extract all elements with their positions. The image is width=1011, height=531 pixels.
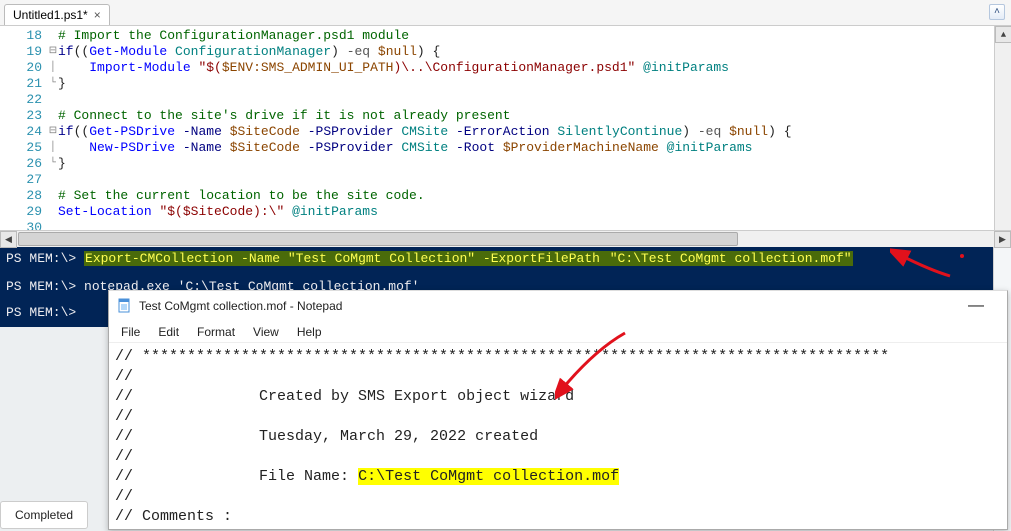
tab-title: Untitled1.ps1* [13, 8, 88, 22]
line-number-gutter: 18 19 20 21 22 23 24 25 26 27 28 29 30 [0, 26, 48, 230]
notepad-titlebar[interactable]: Test CoMgmt collection.mof - Notepad — [109, 291, 1007, 321]
code-editor[interactable]: 18 19 20 21 22 23 24 25 26 27 28 29 30 ⊟… [0, 26, 1011, 230]
fold-gutter: ⊟ │ └ ⊟ │ └ [48, 26, 58, 230]
code-content[interactable]: # Import the ConfigurationManager.psd1 m… [58, 26, 1011, 230]
scroll-left-icon[interactable]: ◀ [0, 231, 17, 248]
close-tab-icon[interactable]: × [94, 8, 101, 22]
file-tab-untitled[interactable]: Untitled1.ps1* × [4, 4, 110, 25]
notepad-title-text: Test CoMgmt collection.mof - Notepad [139, 299, 342, 313]
scrollbar-thumb[interactable] [18, 232, 738, 246]
tab-bar: Untitled1.ps1* × ˄ [0, 0, 1011, 26]
editor-vertical-scrollbar[interactable]: ▲ [994, 26, 1011, 230]
status-text: Completed [15, 508, 73, 522]
menu-view[interactable]: View [245, 323, 287, 341]
editor-horizontal-scrollbar[interactable]: ◀ ▶ [0, 230, 1011, 247]
tab-scroll-button[interactable]: ˄ [989, 4, 1005, 20]
fold-toggle-icon[interactable]: ⊟ [48, 44, 58, 60]
menu-edit[interactable]: Edit [150, 323, 187, 341]
minimize-button[interactable]: — [953, 291, 999, 321]
menu-format[interactable]: Format [189, 323, 243, 341]
notepad-icon [117, 298, 133, 314]
fold-toggle-icon[interactable]: ⊟ [48, 124, 58, 140]
scroll-up-icon[interactable]: ▲ [995, 26, 1011, 43]
menu-file[interactable]: File [113, 323, 148, 341]
console-line: PS MEM:\> Export-CMCollection -Name "Tes… [0, 249, 1011, 269]
menu-help[interactable]: Help [289, 323, 330, 341]
notepad-menubar: File Edit Format View Help [109, 321, 1007, 343]
notepad-window: Test CoMgmt collection.mof - Notepad — F… [108, 290, 1008, 530]
scroll-right-icon[interactable]: ▶ [994, 231, 1011, 248]
status-completed: Completed [0, 501, 88, 529]
notepad-body[interactable]: // *************************************… [109, 343, 1007, 529]
